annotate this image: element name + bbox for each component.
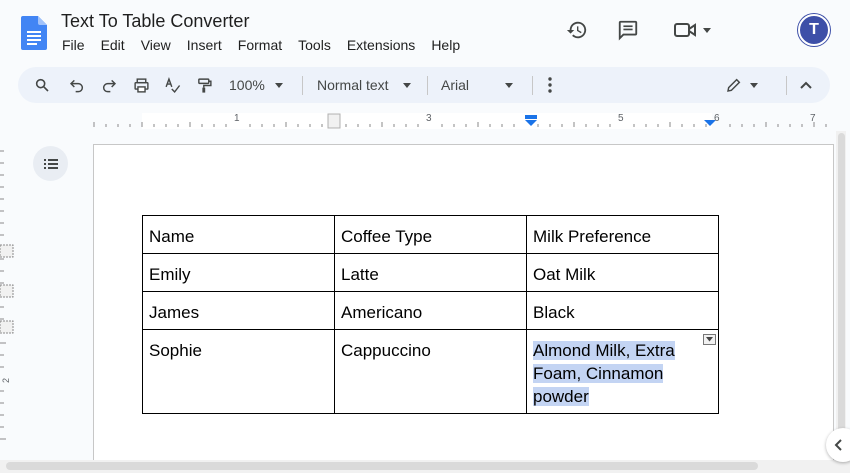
- menu-help[interactable]: Help: [431, 37, 460, 53]
- selected-table-cell[interactable]: Almond Milk, Extra Foam, Cinnamon powder: [526, 329, 719, 414]
- table-cell[interactable]: Cappuccino: [334, 329, 527, 414]
- font-family-value: Arial: [441, 77, 470, 93]
- paint-format-icon[interactable]: [196, 67, 213, 103]
- pencil-icon: [727, 78, 741, 92]
- meet-chevron-down-icon: [703, 27, 711, 33]
- table-cell[interactable]: Latte: [334, 253, 527, 292]
- menu-edit[interactable]: Edit: [101, 37, 125, 53]
- spellcheck-icon[interactable]: [164, 67, 181, 103]
- table-cell[interactable]: James: [142, 291, 335, 330]
- document-outline-button[interactable]: [33, 146, 68, 181]
- ruler-label-7: 7: [810, 113, 816, 124]
- table-row: James Americano Black: [142, 291, 719, 330]
- ruler-label-5: 5: [618, 113, 624, 124]
- list-icon: [43, 158, 58, 169]
- menu-view[interactable]: View: [141, 37, 171, 53]
- menu-file[interactable]: File: [62, 37, 85, 53]
- vertical-ruler[interactable]: 2: [0, 145, 14, 455]
- toolbar-divider: [427, 76, 428, 95]
- table-cell[interactable]: Milk Preference: [526, 215, 719, 254]
- title-bar: Text To Table Converter File Edit View I…: [0, 0, 850, 64]
- selected-text[interactable]: Almond Milk, Extra Foam, Cinnamon powder: [533, 341, 675, 406]
- undo-icon[interactable]: [69, 67, 85, 103]
- horizontal-scrollbar-thumb[interactable]: [6, 462, 758, 470]
- table-cell[interactable]: Emily: [142, 253, 335, 292]
- hide-menus-icon[interactable]: [799, 67, 813, 103]
- font-family-select[interactable]: Arial: [441, 67, 514, 103]
- toolbar: 100% Normal text Arial: [18, 67, 830, 103]
- mode-chevron-down-icon: [750, 82, 758, 88]
- table-cell[interactable]: Name: [142, 215, 335, 254]
- table-cell[interactable]: Coffee Type: [334, 215, 527, 254]
- avatar[interactable]: T: [798, 14, 830, 46]
- redo-icon[interactable]: [101, 67, 117, 103]
- document-table[interactable]: Name Coffee Type Milk Preference Emily L…: [142, 215, 719, 414]
- document-title[interactable]: Text To Table Converter: [61, 11, 249, 32]
- table-row: Name Coffee Type Milk Preference: [142, 215, 719, 254]
- menu-tools[interactable]: Tools: [298, 37, 331, 53]
- ruler-ticks: [93, 113, 833, 129]
- docs-logo-icon[interactable]: [21, 16, 47, 50]
- print-icon[interactable]: [133, 67, 150, 103]
- zoom-chevron-down-icon: [274, 82, 283, 88]
- zoom-select[interactable]: 100%: [229, 67, 283, 103]
- zoom-value: 100%: [229, 77, 265, 93]
- chevron-left-icon: [834, 439, 842, 451]
- vruler-label-2: 2: [1, 378, 11, 383]
- table-cell[interactable]: Americano: [334, 291, 527, 330]
- menu-format[interactable]: Format: [238, 37, 282, 53]
- style-chevron-down-icon: [402, 82, 411, 88]
- editing-mode-button[interactable]: [726, 67, 758, 103]
- toolbar-divider: [302, 76, 303, 95]
- comments-icon[interactable]: [616, 18, 640, 42]
- more-options-icon[interactable]: [548, 67, 552, 103]
- paragraph-style-value: Normal text: [317, 77, 389, 93]
- menu-bar: File Edit View Insert Format Tools Exten…: [62, 37, 476, 53]
- toolbar-divider: [532, 76, 533, 95]
- cell-menu-chevron-down-icon[interactable]: [703, 334, 716, 345]
- ruler-label-6: 6: [714, 113, 720, 124]
- docs-app: Text To Table Converter File Edit View I…: [0, 0, 850, 473]
- table-cell[interactable]: Oat Milk: [526, 253, 719, 292]
- menu-insert[interactable]: Insert: [187, 37, 222, 53]
- version-history-icon[interactable]: [565, 18, 589, 42]
- paragraph-style-select[interactable]: Normal text: [317, 67, 411, 103]
- table-row: Emily Latte Oat Milk: [142, 253, 719, 292]
- ruler-label-3: 3: [426, 113, 432, 124]
- vertical-scrollbar-thumb[interactable]: [838, 133, 845, 433]
- meet-icon[interactable]: [670, 18, 714, 42]
- menu-extensions[interactable]: Extensions: [347, 37, 415, 53]
- table-row: Sophie Cappuccino Almond Milk, Extra Foa…: [142, 329, 719, 414]
- horizontal-ruler[interactable]: 1 3 5 6 7: [93, 113, 833, 129]
- search-menus-icon[interactable]: [34, 67, 50, 103]
- table-cell[interactable]: Sophie: [142, 329, 335, 414]
- ruler-label-1: 1: [234, 113, 240, 124]
- font-chevron-down-icon: [505, 82, 514, 88]
- toolbar-divider: [786, 76, 787, 95]
- table-cell[interactable]: Black: [526, 291, 719, 330]
